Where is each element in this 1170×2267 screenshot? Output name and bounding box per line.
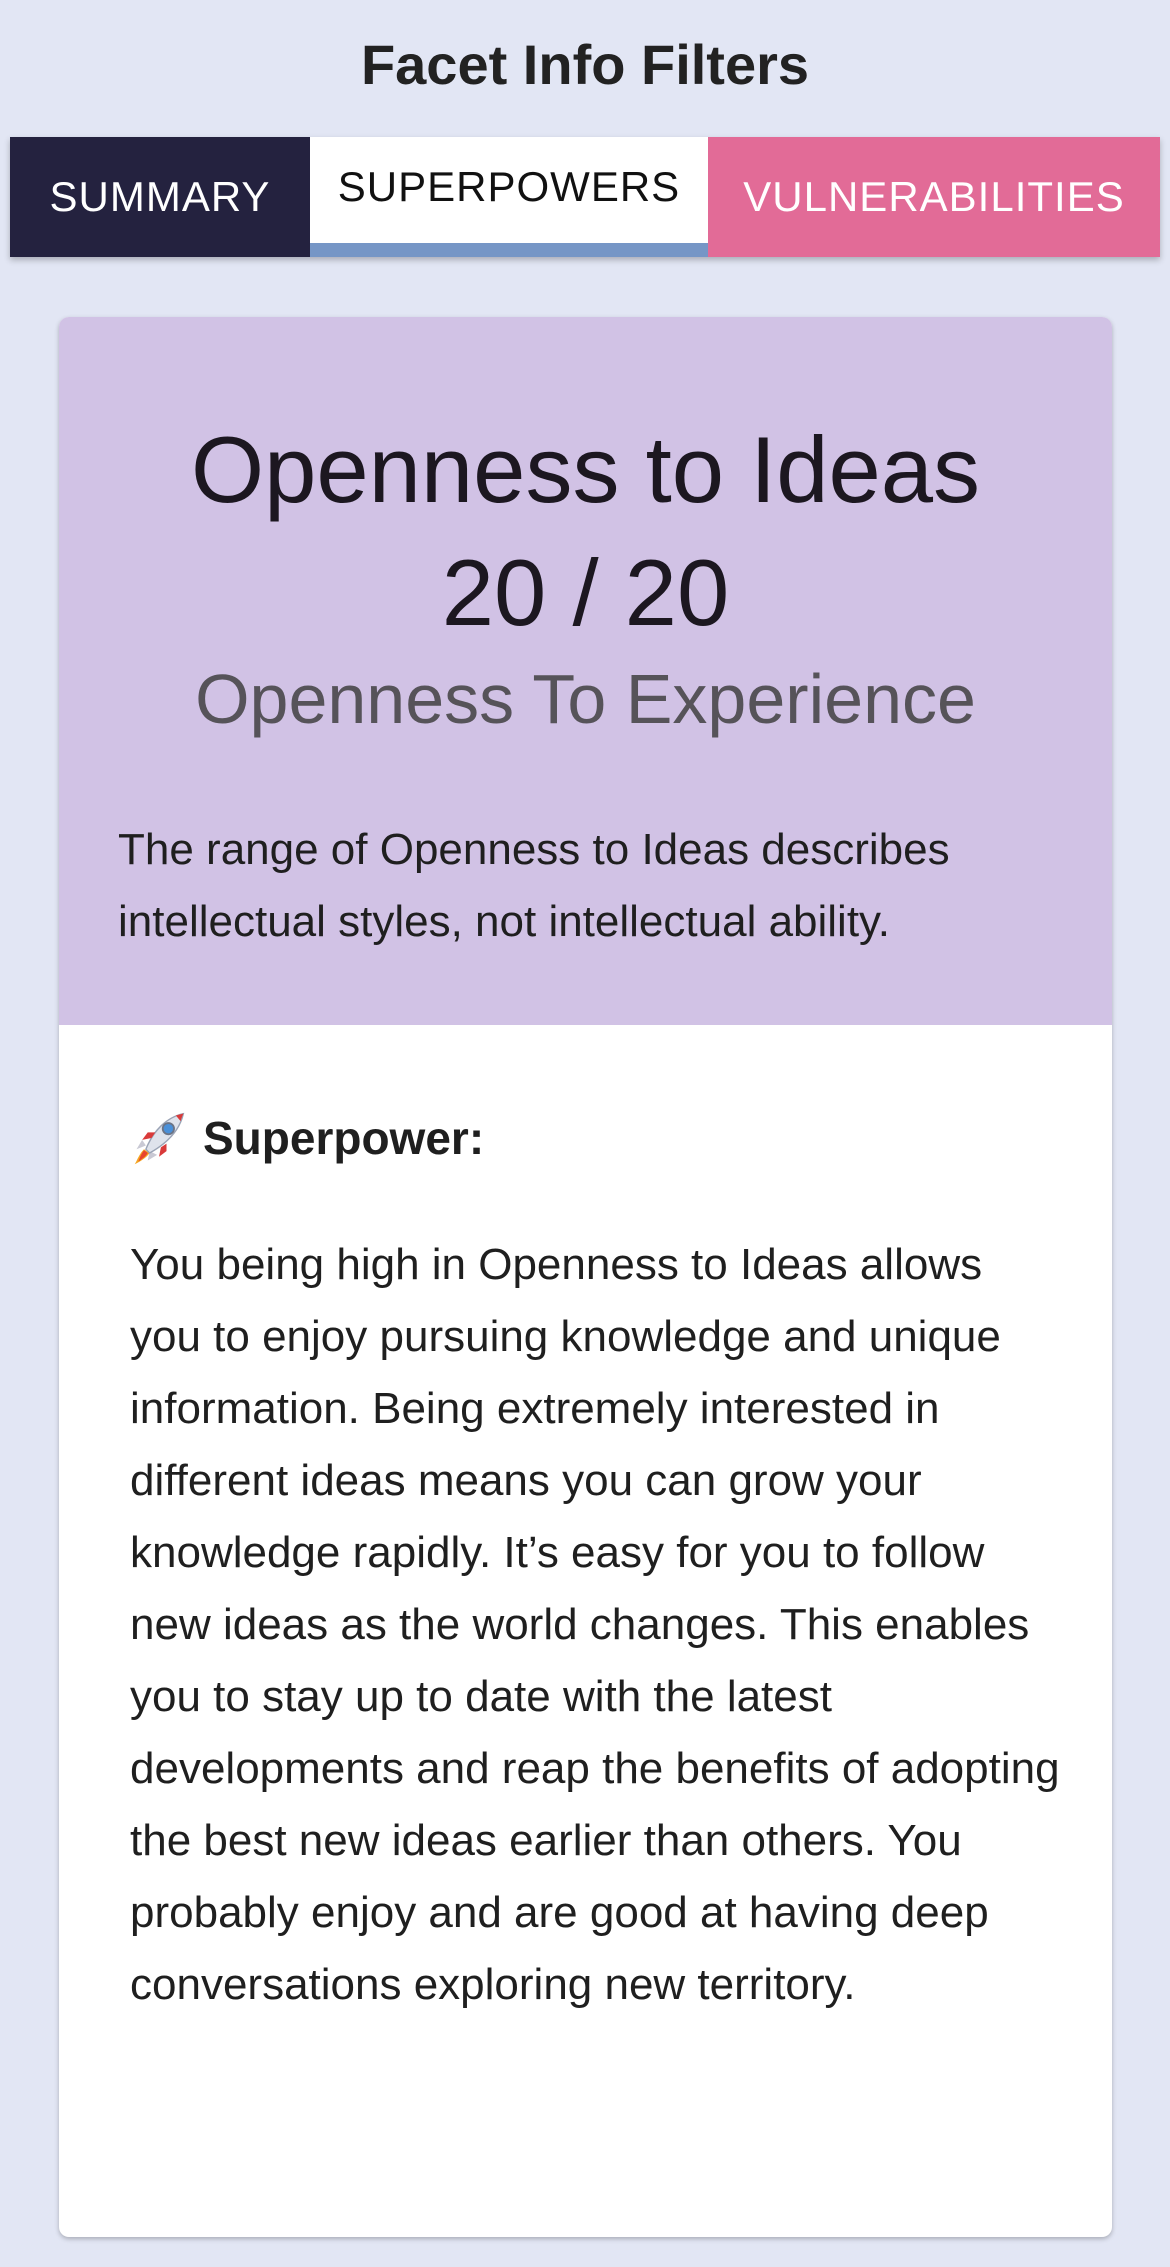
active-tab-indicator xyxy=(310,243,708,257)
facet-card-header: Openness to Ideas 20 / 20 Openness To Ex… xyxy=(59,317,1112,1025)
tab-summary[interactable]: SUMMARY xyxy=(10,137,310,257)
superpower-text: You being high in Openness to Ideas allo… xyxy=(130,1240,1060,2009)
facet-card: Openness to Ideas 20 / 20 Openness To Ex… xyxy=(59,317,1112,2237)
superpower-label: Superpower: xyxy=(203,1112,485,1164)
facet-name: Openness to Ideas xyxy=(190,417,981,522)
tab-superpowers[interactable]: SUPERPOWERS xyxy=(310,137,708,257)
tab-superpowers-label: SUPERPOWERS xyxy=(337,163,681,210)
facet-score: 20 / 20 xyxy=(441,540,730,645)
facet-domain: Openness To Experience xyxy=(195,660,976,738)
rocket-icon xyxy=(134,1112,185,1165)
page-title: Facet Info Filters xyxy=(360,33,810,96)
superpower-heading: Superpower: xyxy=(129,1102,484,1174)
tab-vulnerabilities[interactable]: VULNERABILITIES xyxy=(708,137,1160,257)
tab-bar: SUMMARY SUPERPOWERS VULNERABILITIES xyxy=(10,137,1160,257)
facet-description: The range of Openness to Ideas describes… xyxy=(118,825,950,946)
